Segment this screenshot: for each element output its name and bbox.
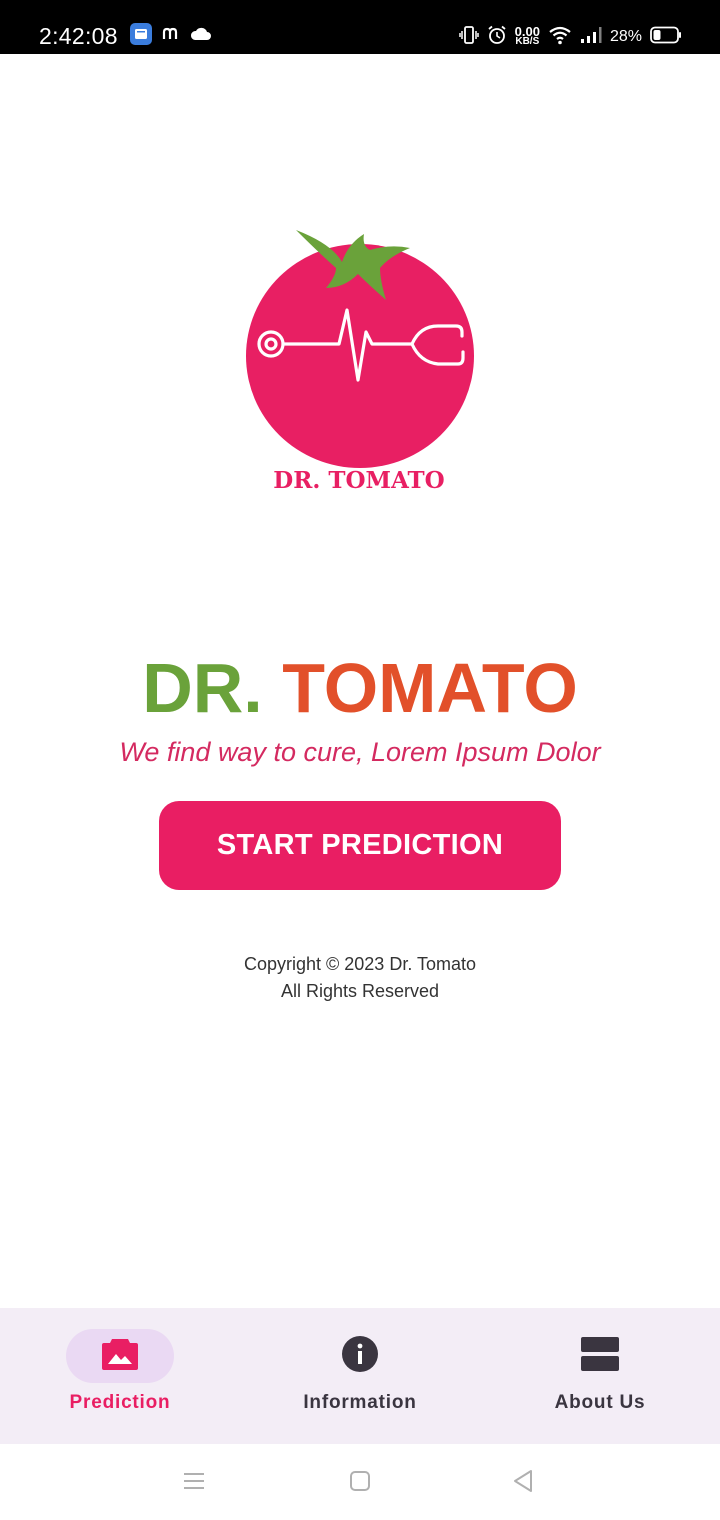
nav-item-about-us[interactable]: About Us — [480, 1308, 720, 1444]
nav-label-prediction: Prediction — [69, 1392, 171, 1413]
m-app-icon — [162, 27, 180, 46]
app-title-part2: TOMATO — [282, 649, 578, 727]
tomato-body — [246, 244, 474, 468]
system-navigation-bar — [0, 1444, 720, 1520]
nav-item-information[interactable]: Information — [240, 1308, 480, 1444]
image-icon — [100, 1337, 140, 1376]
battery-icon — [650, 26, 682, 49]
view-agenda-icon — [580, 1336, 620, 1377]
battery-percent: 28% — [609, 28, 642, 45]
nav-item-prediction[interactable]: Prediction — [0, 1308, 240, 1444]
bottom-navigation: Prediction Information About Us — [0, 1308, 720, 1444]
copyright-line2: All Rights Reserved — [280, 981, 440, 1001]
screen: 2:42:08 0.00 KB/S 28% DR. TOMATO DR. TOM… — [0, 0, 720, 1520]
back-triangle-icon — [512, 1469, 534, 1498]
app-logo: DR. TOMATO — [240, 222, 480, 502]
cloud-icon — [190, 27, 212, 46]
network-speed-unit: KB/S — [515, 36, 540, 47]
network-speed: 0.00 KB/S — [515, 25, 540, 47]
status-notification-icons — [130, 22, 212, 50]
copyright: Copyright © 2023 Dr. Tomato All Rights R… — [0, 951, 720, 1005]
tagline: We find way to cure, Lorem Ipsum Dolor — [119, 737, 601, 767]
nav-label-information: Information — [303, 1392, 417, 1413]
app-title-part1: DR. — [142, 649, 263, 727]
home-button[interactable] — [345, 1468, 375, 1498]
app-title: DR. TOMATO — [0, 650, 720, 726]
vibrate-icon — [458, 25, 479, 50]
messenger-app-icon — [130, 22, 152, 50]
info-icon — [341, 1335, 379, 1378]
nav-label-about-us: About Us — [554, 1392, 646, 1413]
signal-icon — [580, 26, 602, 49]
nav-icon-container — [306, 1329, 414, 1383]
copyright-line1: Copyright © 2023 Dr. Tomato — [243, 954, 477, 974]
alarm-icon — [487, 25, 507, 50]
start-prediction-button[interactable]: START PREDICTION — [159, 801, 561, 890]
square-icon — [349, 1470, 371, 1497]
back-button[interactable] — [508, 1468, 538, 1498]
menu-icon — [182, 1471, 206, 1496]
nav-active-indicator — [66, 1329, 174, 1383]
status-system-icons: 0.00 KB/S 28% — [458, 22, 682, 52]
recents-button[interactable] — [179, 1468, 209, 1498]
wifi-icon — [548, 25, 572, 50]
status-time: 2:42:08 — [39, 23, 118, 49]
status-bar: 2:42:08 0.00 KB/S 28% — [0, 0, 720, 54]
logo-text: DR. TOMATO — [273, 467, 444, 494]
nav-icon-container — [546, 1329, 654, 1383]
